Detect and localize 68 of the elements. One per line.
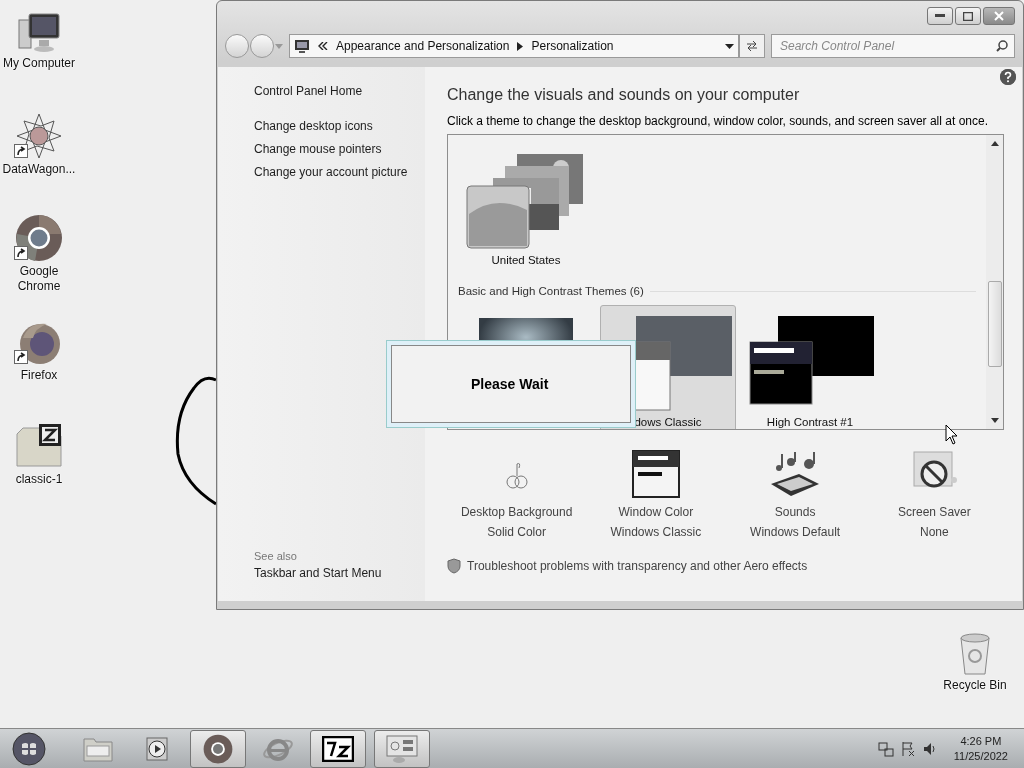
- sidebar-link[interactable]: Control Panel Home: [254, 80, 425, 103]
- flag-icon[interactable]: [899, 740, 916, 757]
- theme-label: High Contrast #1: [766, 416, 854, 428]
- archive-file-icon[interactable]: [15, 422, 63, 470]
- setting-title[interactable]: Window Color: [618, 504, 694, 520]
- search-box[interactable]: Search Control Panel: [771, 34, 1015, 58]
- troubleshoot-link[interactable]: Troubleshoot problems with transparency and other Aero effects: [467, 559, 808, 573]
- monitor-icon: [294, 39, 310, 53]
- theme-label: United States: [491, 254, 561, 266]
- chevron-right-icon[interactable]: [517, 41, 524, 51]
- control-panel-icon: [385, 733, 419, 764]
- chrome-icon[interactable]: [15, 214, 63, 262]
- search-field[interactable]: Search Control Panel: [778, 38, 996, 54]
- breadcrumb-item[interactable]: Appearance and Personalization: [336, 39, 510, 53]
- maximize-button[interactable]: [955, 7, 981, 25]
- setting-title[interactable]: Desktop Background: [460, 504, 573, 520]
- sidebar-link[interactable]: Taskbar and Start Menu: [254, 562, 425, 585]
- computer-icon[interactable]: [17, 10, 61, 54]
- see-also-heading: See also: [254, 550, 298, 562]
- minimize-button[interactable]: [927, 7, 953, 25]
- chrome-icon: [203, 733, 233, 764]
- setting-value[interactable]: Windows Default: [750, 524, 841, 540]
- maximize-icon: [963, 11, 973, 21]
- sidebar-link[interactable]: Change your account picture: [254, 161, 425, 184]
- search-icon[interactable]: [996, 40, 1008, 52]
- archiver-icon: [322, 735, 354, 762]
- archiver-button[interactable]: [310, 729, 366, 768]
- theme-item[interactable]: United States: [458, 143, 594, 279]
- scrollbar[interactable]: [986, 135, 1003, 429]
- minimize-icon: [935, 14, 945, 18]
- dropdown-caret-icon[interactable]: [725, 43, 734, 49]
- star-pattern-icon[interactable]: [15, 112, 63, 160]
- page-description: Click a theme to change the desktop background, window color, sounds, and screen saver all at once.: [447, 114, 989, 128]
- scroll-up-icon[interactable]: [990, 141, 999, 146]
- setting-title[interactable]: Sounds: [774, 504, 816, 520]
- scrollbar-thumb[interactable]: [987, 281, 1002, 367]
- play-icon: [145, 735, 171, 762]
- sidebar-link[interactable]: Change mouse pointers: [254, 138, 425, 161]
- window-icon[interactable]: [631, 450, 680, 498]
- dialog-message: Please Wait: [471, 376, 549, 392]
- group-heading: Basic and High Contrast Themes (6): [458, 285, 644, 297]
- close-icon: [994, 11, 1004, 21]
- page-title: Change the visuals and sounds on your computer: [447, 86, 801, 104]
- refresh-icon: [745, 40, 759, 52]
- desktop-icon-label[interactable]: classic-1: [15, 472, 63, 487]
- setting-title[interactable]: Screen Saver: [898, 504, 971, 520]
- desktop-icon-label[interactable]: Firefox: [20, 368, 58, 383]
- clock[interactable]: 4:26 PM 11/25/2022: [953, 733, 1008, 764]
- help-icon[interactable]: [1000, 69, 1016, 85]
- chevron-left-icon[interactable]: [318, 42, 328, 50]
- browser-button[interactable]: [190, 729, 246, 768]
- desktop-icon-label[interactable]: Google Chrome: [14, 264, 64, 294]
- network-icon[interactable]: [877, 740, 894, 757]
- shield-icon: [447, 558, 461, 574]
- setting-value[interactable]: None: [920, 524, 949, 540]
- breadcrumb-item[interactable]: Personalization: [531, 39, 614, 53]
- desktop-icon-label[interactable]: My Computer: [3, 56, 75, 71]
- scroll-down-icon[interactable]: [990, 418, 999, 423]
- sidebar-link[interactable]: Change desktop icons: [254, 115, 425, 138]
- cursor-icon: [945, 424, 959, 446]
- close-button[interactable]: [983, 7, 1015, 25]
- theme-item[interactable]: High Contrast #1: [742, 305, 878, 429]
- desktop-icon-label[interactable]: DataWagon...: [2, 162, 76, 177]
- setting-value[interactable]: Solid Color: [487, 524, 546, 540]
- desktop-icon-label[interactable]: Recycle Bin: [943, 678, 1007, 693]
- control-panel-button[interactable]: [374, 729, 430, 768]
- setting-value[interactable]: Windows Classic: [610, 524, 702, 540]
- address-bar[interactable]: Appearance and Personalization Personalization: [289, 34, 739, 58]
